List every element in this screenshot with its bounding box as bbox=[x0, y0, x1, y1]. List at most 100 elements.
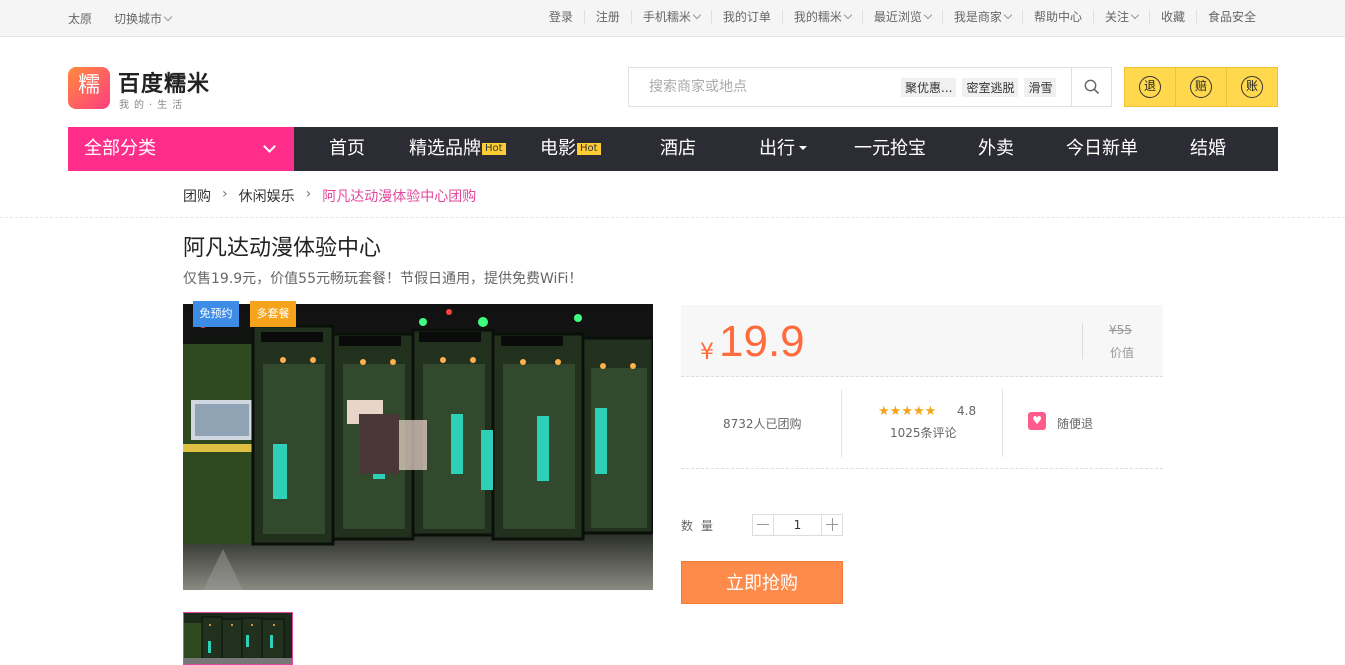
nav-item-label: 出行 bbox=[759, 138, 795, 159]
nav-item-label: 一元抢宝 bbox=[854, 138, 926, 159]
original-price: ¥55 bbox=[1109, 323, 1132, 337]
nav-item-label: 电影 bbox=[540, 138, 576, 159]
guarantee-badges: 退 赔 账 bbox=[1124, 67, 1278, 107]
top-link-register[interactable]: 注册 bbox=[583, 10, 631, 24]
top-link-mobile-label: 手机糯米 bbox=[642, 10, 691, 24]
top-nav: 登录 注册 手机糯米 我的订单 我的糯米 最近浏览 我是商家 帮助中心 关注 收… bbox=[538, 10, 1267, 24]
top-link-follow[interactable]: 关注 bbox=[1092, 10, 1149, 24]
nav-item-new-deals[interactable]: 今日新单 bbox=[1066, 127, 1138, 171]
price-panel: ¥ 19.9 ¥55 价值 bbox=[681, 305, 1163, 377]
breadcrumb-item[interactable]: 休闲娱乐 bbox=[239, 186, 295, 206]
all-categories-button[interactable]: 全部分类 bbox=[68, 127, 294, 171]
decrease-button[interactable] bbox=[753, 515, 773, 535]
top-link-recent-label: 最近浏览 bbox=[873, 10, 922, 24]
quantity-label: 数量 bbox=[681, 519, 722, 533]
refund-policy: 随便退 bbox=[1057, 417, 1094, 431]
photo-thumbnail[interactable] bbox=[183, 612, 293, 665]
deal-photo[interactable] bbox=[183, 304, 653, 590]
switch-city-label: 切换城市 bbox=[114, 12, 163, 26]
sold-count: 8732人已团购 bbox=[723, 417, 802, 431]
tag-multi-package: 多套餐 bbox=[250, 301, 296, 327]
hot-tag[interactable]: 滑雪 bbox=[1024, 78, 1057, 97]
chevron-down-icon bbox=[1003, 10, 1013, 20]
page-title: 阿凡达动漫体验中心 bbox=[183, 236, 382, 261]
nav-item-label: 结婚 bbox=[1190, 138, 1226, 159]
top-link-my-nuomi[interactable]: 我的糯米 bbox=[781, 10, 862, 24]
top-link-food-safety[interactable]: 食品安全 bbox=[1195, 10, 1267, 24]
account-badge[interactable]: 账 bbox=[1226, 68, 1277, 106]
logo-icon[interactable]: 糯 bbox=[68, 67, 110, 109]
search-input[interactable] bbox=[629, 68, 889, 106]
nav-item-hotels[interactable]: 酒店 bbox=[660, 127, 696, 171]
divider bbox=[1002, 389, 1003, 457]
compensate-icon: 赔 bbox=[1190, 76, 1212, 98]
chevron-down-icon bbox=[163, 12, 173, 22]
nav-item-travel[interactable]: 出行 bbox=[759, 127, 807, 171]
account-icon: 账 bbox=[1241, 76, 1263, 98]
nav-item-brands[interactable]: 精选品牌 Hot bbox=[409, 127, 506, 171]
hot-badge: Hot bbox=[482, 143, 506, 155]
deal-stats: 8732人已团购 ★ ★ ★ ★ ★ 4.8 1025条评论 ♥ 随便退 bbox=[681, 387, 1163, 469]
top-link-orders[interactable]: 我的订单 bbox=[710, 10, 782, 24]
nav-item-takeout[interactable]: 外卖 bbox=[978, 127, 1014, 171]
nav-item-home[interactable]: 首页 bbox=[329, 127, 365, 171]
logo-slogan: 我的·生活 bbox=[119, 100, 188, 111]
star-icon: ★ bbox=[878, 404, 890, 419]
heart-icon: ♥ bbox=[1028, 412, 1046, 430]
top-link-follow-label: 关注 bbox=[1104, 10, 1129, 24]
quantity-input[interactable] bbox=[773, 515, 822, 535]
breadcrumb-separator-icon: › bbox=[305, 186, 312, 202]
search-box: 聚优惠... 密室逃脱 滑雪 bbox=[628, 67, 1112, 107]
star-icon: ★ bbox=[889, 404, 902, 419]
rating-score: 4.8 bbox=[957, 404, 977, 418]
currency-symbol: ¥ bbox=[700, 340, 714, 365]
nav-item-movies[interactable]: 电影 Hot bbox=[540, 127, 601, 171]
chevron-down-icon bbox=[923, 10, 933, 20]
deal-subtitle: 仅售19.9元，价值55元畅玩套餐！节假日通用，提供免费WiFi！ bbox=[183, 271, 583, 287]
top-link-login[interactable]: 登录 bbox=[538, 10, 584, 24]
top-link-recent[interactable]: 最近浏览 bbox=[861, 10, 942, 24]
breadcrumb: 团购 › 休闲娱乐 › 阿凡达动漫体验中心团购 bbox=[183, 186, 476, 206]
nav-item-label: 精选品牌 bbox=[409, 138, 481, 159]
tag-no-reservation: 免预约 bbox=[193, 301, 239, 327]
rating-stars[interactable]: ★ ★ ★ ★ ★ bbox=[878, 405, 936, 418]
top-link-favorites[interactable]: 收藏 bbox=[1148, 10, 1196, 24]
review-count-link[interactable]: 1025条评论 bbox=[890, 424, 957, 441]
top-bar: 太原 切换城市 登录 注册 手机糯米 我的订单 我的糯米 最近浏览 我是商家 帮… bbox=[0, 0, 1345, 37]
star-icon: ★ bbox=[901, 404, 913, 419]
nav-item-wedding[interactable]: 结婚 bbox=[1190, 127, 1226, 171]
top-link-my-nuomi-label: 我的糯米 bbox=[793, 10, 842, 24]
logo-name[interactable]: 百度糯米 bbox=[118, 66, 210, 98]
nav-item-label: 今日新单 bbox=[1066, 138, 1138, 159]
divider bbox=[0, 217, 1345, 218]
chevron-down-icon bbox=[692, 10, 702, 20]
quantity-stepper bbox=[752, 514, 843, 536]
search-icon bbox=[1084, 79, 1100, 95]
increase-button[interactable] bbox=[822, 515, 842, 535]
hot-tag[interactable]: 密室逃脱 bbox=[962, 78, 1019, 97]
chevron-down-icon bbox=[1130, 10, 1140, 20]
hot-badge: Hot bbox=[577, 143, 601, 155]
main-nav: 全部分类 首页 精选品牌 Hot 电影 Hot 酒店 出行 一元抢宝 外卖 今日新单… bbox=[68, 127, 1278, 171]
switch-city-link[interactable]: 切换城市 bbox=[114, 10, 173, 27]
current-city: 太原 bbox=[68, 12, 93, 26]
nav-item-label: 外卖 bbox=[978, 138, 1014, 159]
breadcrumb-item[interactable]: 团购 bbox=[183, 186, 211, 206]
top-link-mobile[interactable]: 手机糯米 bbox=[630, 10, 711, 24]
top-link-help[interactable]: 帮助中心 bbox=[1021, 10, 1093, 24]
nav-item-one-yuan[interactable]: 一元抢宝 bbox=[854, 127, 926, 171]
hot-tag[interactable]: 聚优惠... bbox=[901, 78, 957, 97]
breadcrumb-separator-icon: › bbox=[222, 186, 228, 202]
nav-item-label: 首页 bbox=[329, 138, 365, 159]
refund-badge[interactable]: 退 bbox=[1125, 68, 1175, 106]
search-button[interactable] bbox=[1071, 68, 1111, 106]
compensate-badge[interactable]: 赔 bbox=[1175, 68, 1226, 106]
breadcrumb-current: 阿凡达动漫体验中心团购 bbox=[322, 189, 477, 205]
thumbnail-image bbox=[184, 613, 292, 664]
divider bbox=[1082, 323, 1083, 359]
star-icon: ★ bbox=[924, 404, 937, 419]
top-link-merchant[interactable]: 我是商家 bbox=[941, 10, 1022, 24]
star-icon: ★ bbox=[912, 404, 925, 419]
top-link-merchant-label: 我是商家 bbox=[953, 10, 1002, 24]
buy-now-button[interactable]: 立即抢购 bbox=[681, 561, 843, 604]
